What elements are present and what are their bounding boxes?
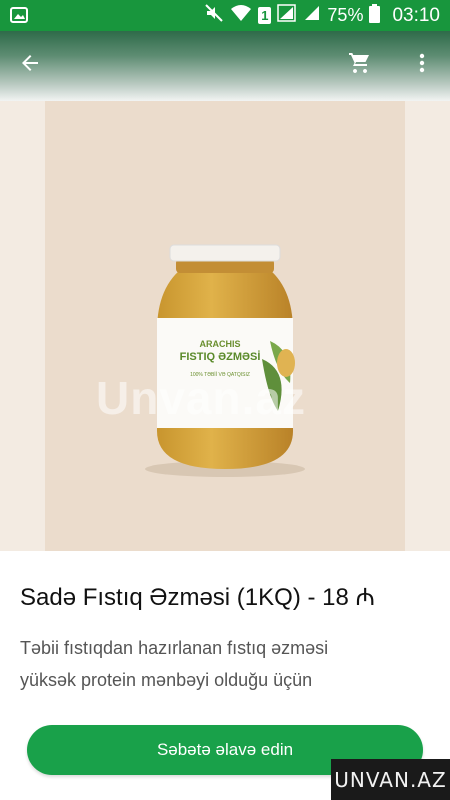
- product-image[interactable]: ARACHIS FISTIQ ƏZMƏSİ 100% TƏBİİ VƏ QATQ…: [0, 101, 450, 551]
- product-description: Təbii fıstıqdan hazırlanan fıstıq əzməsi…: [20, 632, 430, 696]
- image-watermark: Unvan.az: [96, 372, 306, 424]
- clock: 03:10: [392, 4, 440, 26]
- sim-badge: 1: [258, 7, 272, 24]
- jar-title: FISTIQ ƏZMƏSİ: [179, 351, 261, 363]
- cart-button[interactable]: [344, 49, 376, 81]
- back-button[interactable]: [14, 49, 46, 81]
- mute-icon: [204, 3, 224, 28]
- wifi-icon: [230, 4, 252, 27]
- overflow-menu-button[interactable]: [406, 49, 438, 81]
- app-bar: [0, 31, 450, 101]
- status-bar: 1 75% 03:10: [0, 0, 450, 31]
- jar-illustration: [145, 244, 305, 477]
- more-vert-icon: [410, 51, 434, 80]
- signal-icon-2: [303, 4, 321, 27]
- gallery-notification-icon: [10, 6, 28, 24]
- corner-watermark: UNVAN.AZ: [331, 759, 450, 800]
- add-to-cart-label: Səbətə əlavə edin: [156, 740, 294, 759]
- description-line: Təbii fıstıqdan hazırlanan fıstıq əzməsi: [20, 638, 329, 658]
- arrow-left-icon: [18, 51, 42, 80]
- cart-icon: [348, 51, 372, 80]
- product-title: Sadə Fıstıq Əzməsi (1KQ) - 18 ₼: [20, 584, 375, 611]
- battery-percent: 75%: [327, 5, 364, 25]
- signal-icon: [277, 4, 297, 27]
- battery-icon: [369, 3, 381, 28]
- jar-brand: ARACHIS: [199, 339, 241, 349]
